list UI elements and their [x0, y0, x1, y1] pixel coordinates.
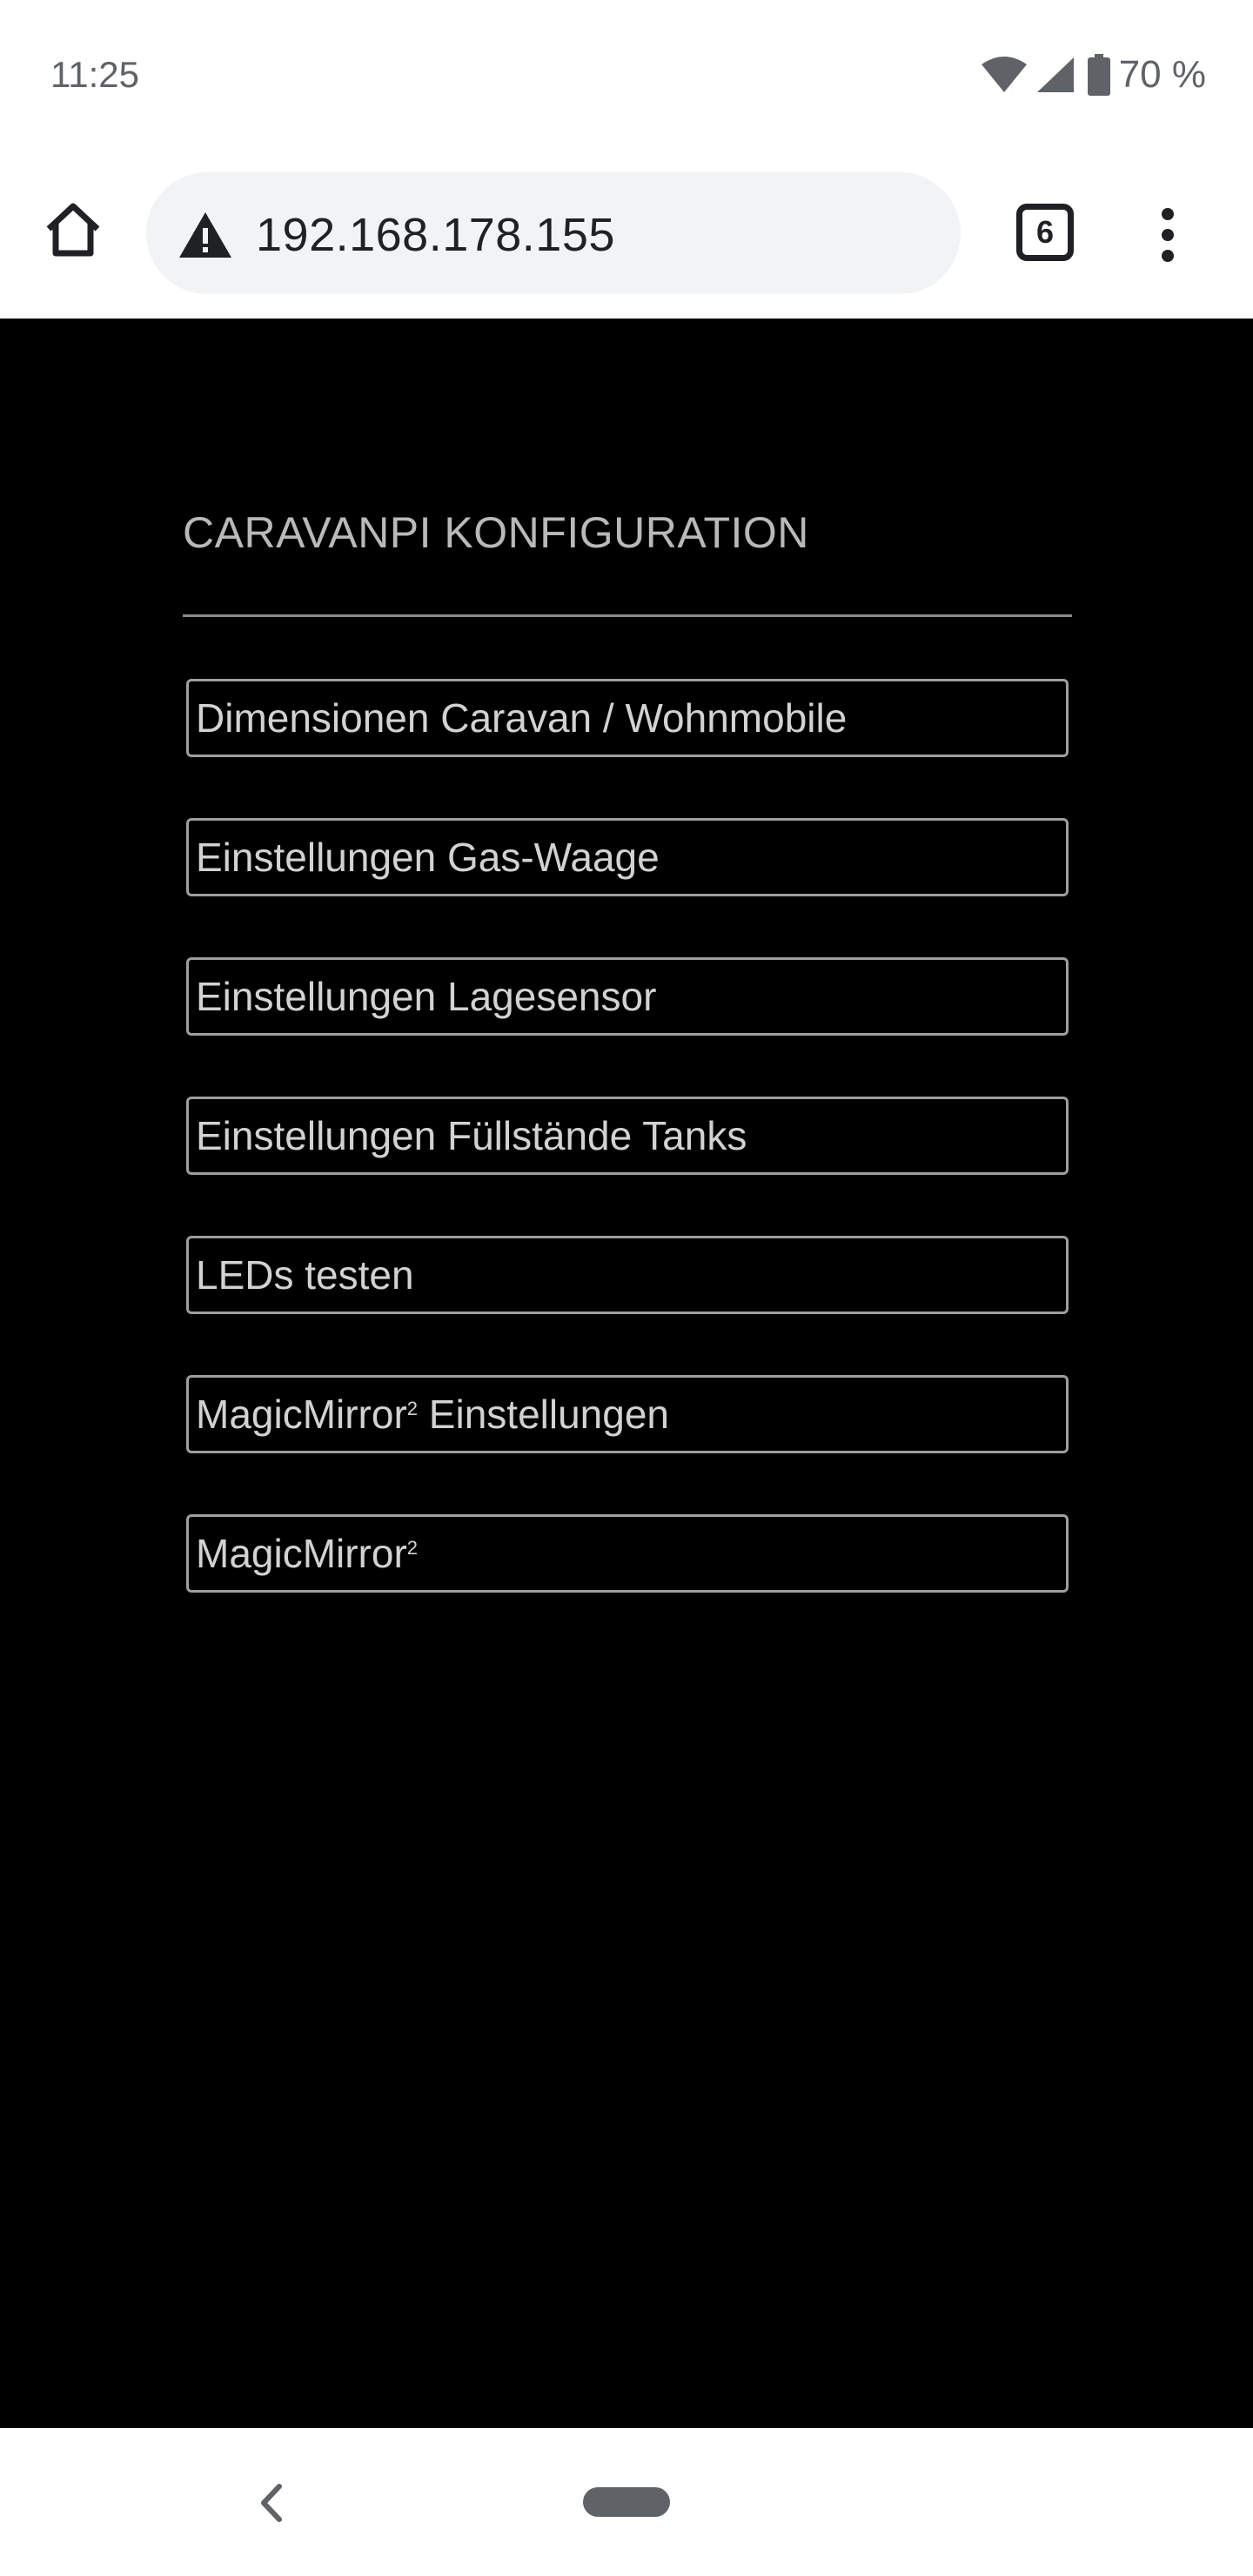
dimensions-button[interactable]: Dimensionen Caravan / Wohnmobile — [186, 679, 1069, 757]
battery-icon — [1087, 54, 1110, 96]
button-label: MagicMirror — [196, 1531, 407, 1576]
button-label-suffix: Einstellungen — [418, 1392, 670, 1437]
button-label: Einstellungen Lagesensor — [196, 974, 657, 1019]
back-icon[interactable] — [249, 2472, 294, 2534]
gas-scale-settings-button[interactable]: Einstellungen Gas-Waage — [186, 818, 1069, 896]
page-title: CARAVANPI KONFIGURATION — [183, 508, 809, 557]
button-label: LEDs testen — [196, 1252, 414, 1298]
wifi-icon — [980, 56, 1029, 94]
tab-switcher-icon[interactable]: 6 — [1016, 204, 1074, 261]
config-menu: Dimensionen Caravan / Wohnmobile Einstel… — [186, 679, 1069, 1654]
status-time: 11:25 — [50, 54, 139, 95]
home-icon — [44, 201, 103, 263]
tank-levels-settings-button[interactable]: Einstellungen Füllstände Tanks — [186, 1097, 1069, 1175]
position-sensor-settings-button[interactable]: Einstellungen Lagesensor — [186, 957, 1069, 1036]
home-pill-icon[interactable] — [583, 2487, 670, 2517]
web-page: CARAVANPI KONFIGURATION Dimensionen Cara… — [0, 319, 1253, 2428]
cell-signal-icon — [1035, 56, 1075, 94]
button-superscript: 2 — [406, 1398, 419, 1419]
title-divider — [183, 614, 1072, 617]
button-label: Dimensionen Caravan / Wohnmobile — [196, 695, 848, 741]
overflow-menu-icon[interactable] — [1145, 200, 1190, 270]
test-leds-button[interactable]: LEDs testen — [186, 1236, 1069, 1314]
address-bar[interactable]: 192.168.178.155 — [146, 172, 961, 294]
magicmirror-settings-button[interactable]: MagicMirror2 Einstellungen — [186, 1375, 1069, 1453]
not-secure-warning-icon[interactable] — [178, 211, 233, 259]
system-navigation-bar — [0, 2428, 1253, 2576]
button-superscript: 2 — [406, 1537, 419, 1559]
url-text[interactable]: 192.168.178.155 — [256, 209, 615, 261]
browser-toolbar: 192.168.178.155 6 — [0, 153, 1253, 319]
battery-percent: 70 % — [1118, 53, 1206, 96]
status-bar: 11:25 70 % — [0, 0, 1253, 153]
magicmirror-button[interactable]: MagicMirror2 — [186, 1514, 1069, 1593]
home-button[interactable] — [38, 197, 108, 266]
button-label: MagicMirror — [196, 1392, 407, 1437]
button-label: Einstellungen Füllstände Tanks — [196, 1113, 747, 1158]
status-icons: 70 % — [980, 50, 1206, 99]
button-label: Einstellungen Gas-Waage — [196, 835, 660, 880]
